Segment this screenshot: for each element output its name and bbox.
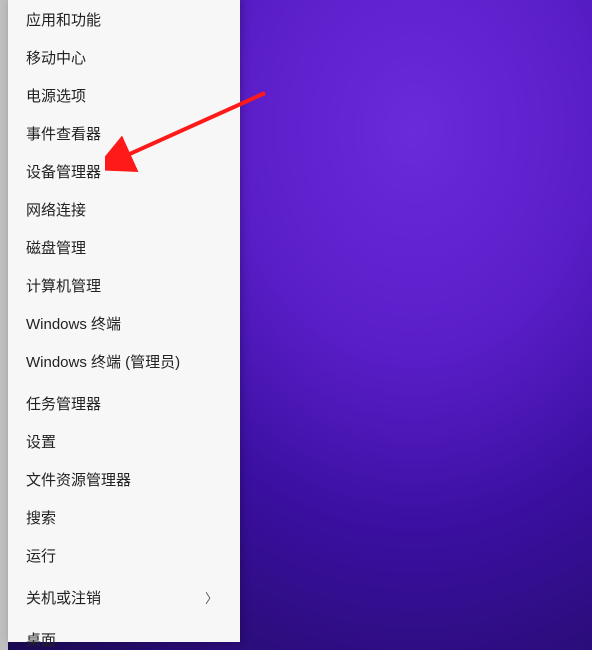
menu-item-run[interactable]: 运行 xyxy=(8,538,240,576)
menu-item-label: 设备管理器 xyxy=(26,163,101,183)
menu-item-label: 搜索 xyxy=(26,509,56,529)
menu-item-mobility-center[interactable]: 移动中心 xyxy=(8,40,240,78)
chevron-right-icon: 〉 xyxy=(205,589,218,609)
menu-item-label: 磁盘管理 xyxy=(26,239,86,259)
menu-item-search[interactable]: 搜索 xyxy=(8,500,240,538)
menu-item-network-connections[interactable]: 网络连接 xyxy=(8,192,240,230)
menu-item-windows-terminal-admin[interactable]: Windows 终端 (管理员) xyxy=(8,344,240,382)
menu-item-label: 移动中心 xyxy=(26,49,86,69)
menu-item-file-explorer[interactable]: 文件资源管理器 xyxy=(8,462,240,500)
menu-item-computer-management[interactable]: 计算机管理 xyxy=(8,268,240,306)
menu-item-label: 关机或注销 xyxy=(26,589,101,609)
menu-item-label: 桌面 xyxy=(26,631,56,651)
menu-item-label: Windows 终端 (管理员) xyxy=(26,353,180,373)
menu-item-label: 应用和功能 xyxy=(26,11,101,31)
menu-item-label: 任务管理器 xyxy=(26,395,101,415)
menu-item-device-manager[interactable]: 设备管理器 xyxy=(8,154,240,192)
menu-item-power-options[interactable]: 电源选项 xyxy=(8,78,240,116)
menu-item-label: Windows 终端 xyxy=(26,315,121,335)
menu-item-label: 网络连接 xyxy=(26,201,86,221)
menu-item-label: 设置 xyxy=(26,433,56,453)
menu-item-event-viewer[interactable]: 事件查看器 xyxy=(8,116,240,154)
menu-item-disk-management[interactable]: 磁盘管理 xyxy=(8,230,240,268)
menu-item-windows-terminal[interactable]: Windows 终端 xyxy=(8,306,240,344)
menu-item-label: 事件查看器 xyxy=(26,125,101,145)
menu-item-label: 计算机管理 xyxy=(26,277,101,297)
menu-item-label: 文件资源管理器 xyxy=(26,471,131,491)
menu-item-apps-and-features[interactable]: 应用和功能 xyxy=(8,2,240,40)
menu-item-label: 运行 xyxy=(26,547,56,567)
menu-item-settings[interactable]: 设置 xyxy=(8,424,240,462)
menu-item-label: 电源选项 xyxy=(26,87,86,107)
menu-item-task-manager[interactable]: 任务管理器 xyxy=(8,386,240,424)
taskbar-edge xyxy=(0,0,8,650)
winx-context-menu: 应用和功能 移动中心 电源选项 事件查看器 设备管理器 网络连接 磁盘管理 计算… xyxy=(8,0,240,642)
menu-item-shutdown-signout[interactable]: 关机或注销 〉 xyxy=(8,580,240,618)
menu-item-desktop[interactable]: 桌面 xyxy=(8,622,240,660)
